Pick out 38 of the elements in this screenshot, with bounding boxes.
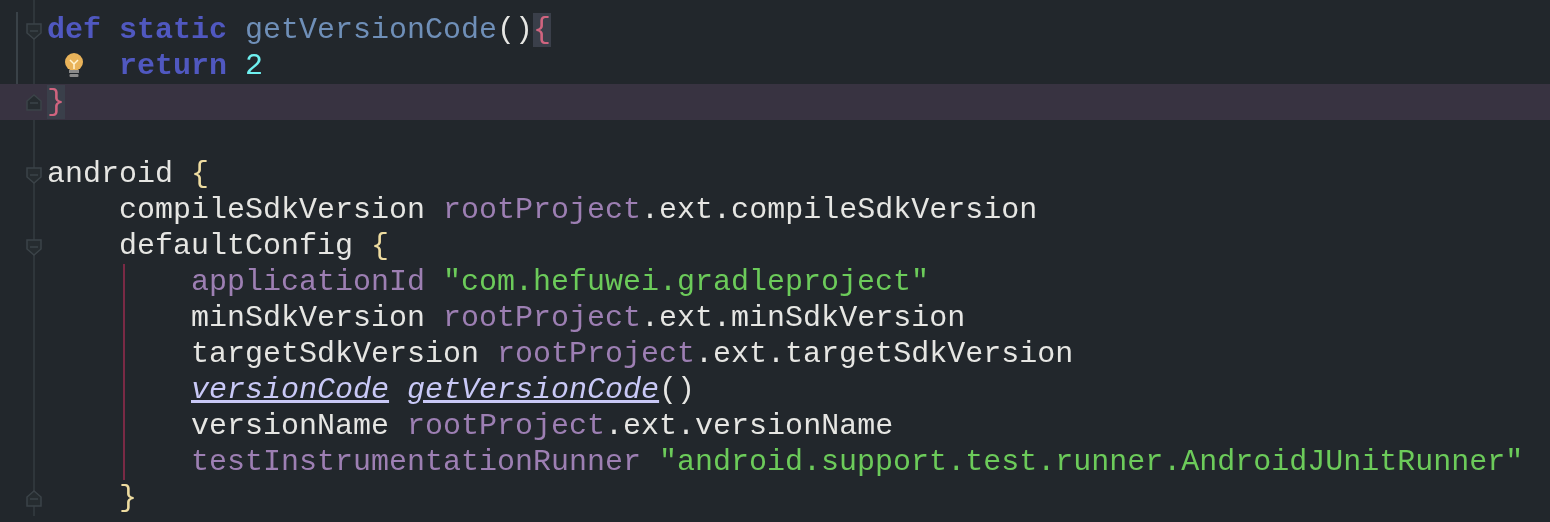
code-text: compileSdkVersion	[119, 193, 426, 227]
matched-brace: }	[47, 85, 65, 119]
property-name: rootProject	[443, 301, 642, 335]
code-text: targetSdkVersion	[191, 337, 480, 371]
brace: {	[371, 229, 390, 263]
fold-icon[interactable]	[25, 166, 43, 184]
fold-icon[interactable]	[25, 490, 43, 508]
code-text: ()	[497, 13, 534, 47]
dynamic-call: versionCode	[191, 373, 390, 407]
fold-icon[interactable]	[25, 22, 43, 40]
property-name: rootProject	[497, 337, 696, 371]
code-text: ()	[659, 373, 696, 407]
code-text: .ext.targetSdkVersion	[695, 337, 1074, 371]
code-text: android	[47, 157, 174, 191]
code-text: .ext.minSdkVersion	[641, 301, 966, 335]
brace: {	[191, 157, 210, 191]
keyword: return	[119, 49, 228, 83]
fold-icon[interactable]	[25, 94, 43, 112]
dynamic-call: getVersionCode	[407, 373, 660, 407]
matched-brace: {	[533, 13, 552, 47]
code-text: .ext.compileSdkVersion	[641, 193, 1038, 227]
lightbulb-icon[interactable]	[62, 52, 86, 80]
keyword: def	[47, 13, 101, 47]
fold-icon[interactable]	[25, 238, 43, 256]
code-text: versionName	[191, 409, 390, 443]
property-name: rootProject	[443, 193, 642, 227]
string-literal: "android.support.test.runner.AndroidJUnitRunner"	[659, 445, 1524, 479]
property-name: rootProject	[407, 409, 606, 443]
code-text: minSdkVersion	[191, 301, 426, 335]
code-text: defaultConfig	[119, 229, 354, 263]
code-text: .ext.versionName	[605, 409, 894, 443]
property-name: testInstrumentationRunner	[191, 445, 642, 479]
property-name: applicationId	[191, 265, 426, 299]
brace: }	[119, 481, 137, 515]
method-name: getVersionCode	[245, 13, 498, 47]
keyword: static	[119, 13, 228, 47]
string-literal: "com.hefuwei.gradleproject"	[443, 265, 930, 299]
number-literal: 2	[245, 49, 264, 83]
